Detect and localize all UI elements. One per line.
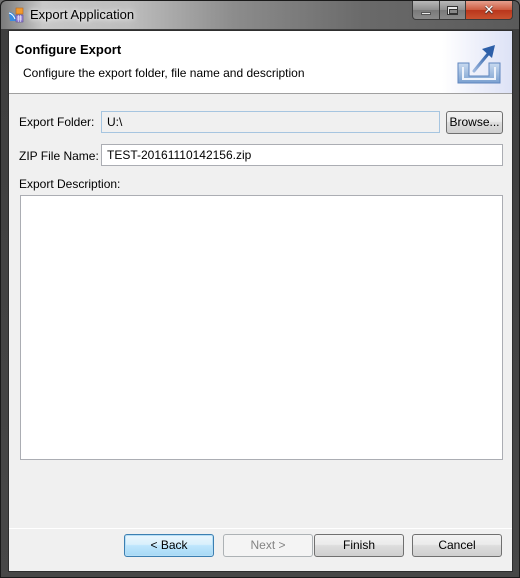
dialog-client-area: Configure Export Configure the export fo… — [8, 30, 513, 572]
wizard-banner: Configure Export Configure the export fo… — [9, 31, 512, 94]
back-button[interactable]: < Back — [124, 534, 214, 557]
zip-file-name-label: ZIP File Name: — [19, 149, 99, 163]
close-button[interactable]: ✕ — [466, 1, 513, 20]
page-title: Configure Export — [15, 42, 122, 57]
maximize-button[interactable] — [440, 1, 466, 20]
export-application-window: Export Application ✕ Configure Export Co… — [0, 0, 520, 578]
next-button[interactable]: Next > — [223, 534, 313, 557]
export-tray-icon — [457, 45, 501, 84]
export-folder-field[interactable]: U:\ — [101, 111, 440, 133]
export-description-label: Export Description: — [19, 177, 121, 191]
zip-file-name-input[interactable]: TEST-20161110142156.zip — [101, 144, 503, 166]
maximize-icon — [447, 5, 458, 15]
window-title: Export Application — [30, 7, 135, 22]
cancel-button[interactable]: Cancel — [412, 534, 502, 557]
finish-button[interactable]: Finish — [314, 534, 404, 557]
banner-image — [442, 31, 512, 93]
page-description: Configure the export folder, file name a… — [23, 66, 305, 80]
title-bar[interactable]: Export Application ✕ — [1, 1, 519, 29]
close-icon: ✕ — [483, 2, 495, 18]
export-folder-label: Export Folder: — [19, 115, 95, 129]
caption-buttons: ✕ — [412, 1, 513, 20]
button-bar-separator — [9, 528, 512, 529]
minimize-icon — [421, 11, 431, 15]
minimize-button[interactable] — [412, 1, 440, 20]
export-description-textarea[interactable] — [20, 195, 503, 460]
browse-button[interactable]: Browse... — [446, 111, 503, 134]
export-application-icon — [8, 7, 24, 23]
